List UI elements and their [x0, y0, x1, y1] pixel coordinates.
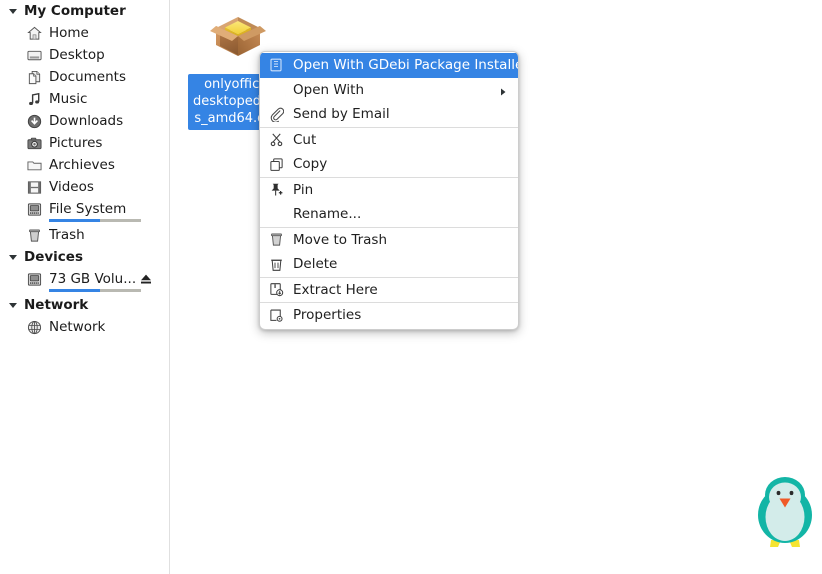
trash-icon	[268, 232, 284, 248]
trash-icon	[26, 227, 42, 243]
sidebar-item-music[interactable]: Music	[0, 88, 169, 110]
sidebar-item-label: Trash	[49, 227, 85, 243]
sidebar-item-videos[interactable]: Videos	[0, 176, 169, 198]
sidebar-group-label: My Computer	[24, 3, 126, 19]
sidebar-item-label: Documents	[49, 69, 126, 85]
drive-icon	[26, 271, 42, 287]
menu-item-cut[interactable]: Cut	[260, 128, 518, 153]
blank-icon	[268, 82, 284, 98]
properties-icon	[268, 307, 284, 323]
globe-icon	[26, 319, 42, 335]
extract-icon	[268, 282, 284, 298]
blank-icon	[268, 206, 284, 222]
camera-icon	[26, 135, 42, 151]
sidebar-item-desktop[interactable]: Desktop	[0, 44, 169, 66]
folder-icon	[26, 157, 42, 173]
film-icon	[26, 179, 42, 195]
sidebar-item-label: Videos	[49, 179, 94, 195]
sidebar-item-home[interactable]: Home	[0, 22, 169, 44]
sidebar-item-label: Pictures	[49, 135, 103, 151]
menu-item-rename[interactable]: Rename...	[260, 202, 518, 227]
sidebar-group-label: Devices	[24, 249, 83, 265]
home-icon	[26, 25, 42, 41]
sidebar-item-pictures[interactable]: Pictures	[0, 132, 169, 154]
menu-item-label: Pin	[293, 181, 314, 198]
sidebar-item-documents[interactable]: Documents	[0, 66, 169, 88]
chevron-down-icon[interactable]	[6, 4, 20, 18]
sidebar-item-archieves[interactable]: Archieves	[0, 154, 169, 176]
sidebar-item-label: Network	[49, 319, 106, 335]
sidebar-item-label: Desktop	[49, 47, 105, 63]
menu-item-label: Properties	[293, 307, 362, 324]
menu-item-pin[interactable]: Pin	[260, 178, 518, 203]
sidebar-item-label: Downloads	[49, 113, 124, 129]
menu-item-label: Open With	[293, 81, 365, 98]
chevron-down-icon[interactable]	[6, 250, 20, 264]
storage-usage-bar	[49, 289, 141, 292]
menu-item-delete[interactable]: Delete	[260, 252, 518, 277]
sidebar-item-network[interactable]: Network	[0, 316, 169, 338]
menu-item-label: Rename...	[293, 206, 362, 223]
menu-item-open-with[interactable]: Open With	[260, 78, 518, 103]
package-installer-icon	[268, 57, 284, 73]
menu-item-label: Send by Email	[293, 106, 390, 123]
places-sidebar: My Computer Home Desktop Documents Music…	[0, 0, 170, 574]
sidebar-group-my-computer[interactable]: My Computer	[0, 0, 169, 22]
scissors-icon	[268, 132, 284, 148]
menu-item-label: Cut	[293, 131, 317, 148]
chevron-right-icon	[498, 85, 508, 96]
documents-icon	[26, 69, 42, 85]
file-context-menu[interactable]: Open With GDebi Package Installer Open W…	[259, 51, 519, 330]
sidebar-item-label: Home	[49, 25, 89, 41]
pin-add-icon	[268, 182, 284, 198]
sidebar-group-devices[interactable]: Devices	[0, 246, 169, 268]
menu-item-label: Open With GDebi Package Installer	[293, 57, 519, 74]
copy-icon	[268, 156, 284, 172]
sidebar-item-label: Archieves	[49, 157, 115, 173]
sidebar-group-network[interactable]: Network	[0, 294, 169, 316]
menu-item-copy[interactable]: Copy	[260, 152, 518, 177]
chevron-down-icon[interactable]	[6, 298, 20, 312]
menu-item-properties[interactable]: Properties	[260, 303, 518, 328]
sidebar-item-file-system[interactable]: File System	[0, 198, 169, 224]
music-note-icon	[26, 91, 42, 107]
menu-item-label: Extract Here	[293, 281, 378, 298]
menu-item-extract-here[interactable]: Extract Here	[260, 278, 518, 303]
delete-bin-icon	[268, 256, 284, 272]
menu-item-label: Delete	[293, 256, 338, 273]
drive-icon	[26, 201, 42, 217]
menu-item-open-with-gdebi[interactable]: Open With GDebi Package Installer	[260, 53, 518, 78]
sidebar-item-label: 73 GB Volu...	[49, 271, 137, 287]
storage-usage-bar	[49, 219, 141, 222]
menu-item-send-by-email[interactable]: Send by Email	[260, 102, 518, 127]
sidebar-item-trash[interactable]: Trash	[0, 224, 169, 246]
penguin-mascot	[754, 474, 816, 554]
sidebar-group-label: Network	[24, 297, 89, 313]
desktop-icon	[26, 47, 42, 63]
menu-item-move-to-trash[interactable]: Move to Trash	[260, 228, 518, 253]
eject-icon[interactable]	[139, 272, 153, 286]
menu-item-label: Copy	[293, 156, 328, 173]
sidebar-item-label: File System	[49, 201, 127, 217]
paperclip-icon	[268, 106, 284, 122]
download-arrow-icon	[26, 113, 42, 129]
sidebar-item-label: Music	[49, 91, 88, 107]
sidebar-item-73gb-volume[interactable]: 73 GB Volu...	[0, 268, 169, 294]
sidebar-item-downloads[interactable]: Downloads	[0, 110, 169, 132]
menu-item-label: Move to Trash	[293, 231, 388, 248]
